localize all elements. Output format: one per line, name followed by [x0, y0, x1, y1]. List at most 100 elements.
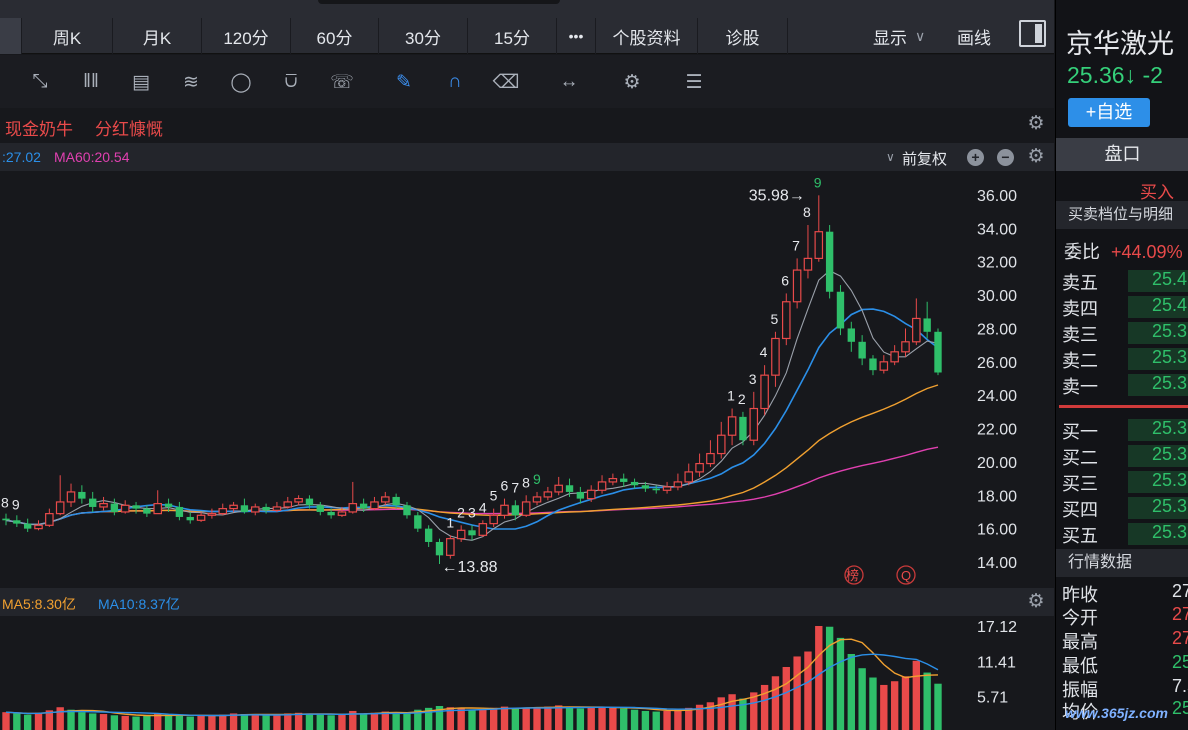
volume-bar	[739, 698, 747, 730]
volume-chart[interactable]: 17.12 11.41 5.71	[0, 616, 1054, 730]
candle-body	[196, 514, 206, 521]
stock-price: 25.36↓ -2	[1067, 62, 1163, 88]
candle-body	[792, 269, 802, 303]
rank-badge-label: 榜	[846, 568, 859, 584]
tab-diagnose[interactable]: 诊股	[698, 18, 788, 54]
zoom-out-icon[interactable]: −	[997, 149, 1014, 166]
buy-button[interactable]: 买入	[1140, 178, 1174, 203]
candle-body	[240, 505, 249, 512]
ask-row: 卖二 25.3	[1062, 347, 1188, 373]
volume-axis-tick: 5.71	[977, 690, 1008, 707]
tab-order-book[interactable]: 盘口	[1056, 138, 1188, 171]
tag-cash-cow[interactable]: 现金奶牛	[5, 115, 73, 140]
stat-value: 25	[1172, 652, 1188, 672]
ask-row: 卖三 25.3	[1062, 321, 1188, 347]
volume-bar	[825, 626, 834, 730]
tab-15min[interactable]: 15分	[468, 18, 557, 54]
ask-label: 卖一	[1062, 377, 1098, 397]
circle-tool-icon[interactable]: ◯	[226, 68, 256, 96]
volume-bar	[533, 707, 541, 730]
candle-body	[132, 505, 140, 509]
zoom-in-icon[interactable]: +	[967, 149, 984, 166]
candle-body	[869, 358, 877, 371]
td-count-label: 3	[468, 504, 476, 520]
volume-bar	[609, 707, 617, 730]
gear-icon[interactable]: ⚙	[1026, 592, 1046, 612]
price-axis-tick: 26.00	[977, 355, 1017, 372]
stat-row: 最高 27	[1062, 628, 1188, 654]
bid-row: 买四 25.3	[1062, 496, 1188, 522]
candle-body	[923, 318, 931, 332]
candle-body	[532, 496, 542, 503]
add-favorite-button[interactable]: +自选	[1068, 98, 1150, 127]
candle-body	[511, 505, 520, 516]
order-book-section-title: 买卖档位与明细	[1056, 201, 1188, 229]
candle-body	[89, 498, 97, 507]
candle-body	[468, 530, 476, 536]
more-periods-button[interactable]: •••	[557, 18, 596, 54]
bid-label: 买二	[1062, 448, 1098, 468]
draw-line-button[interactable]: 画线	[957, 18, 991, 54]
candle-body	[825, 231, 834, 292]
volume-bar	[890, 681, 899, 730]
pen-tool-icon[interactable]: ✎	[389, 68, 419, 96]
order-ratio: 委比 +44.09%	[1064, 238, 1183, 264]
text-lines-tool-icon[interactable]: ▤	[126, 68, 156, 96]
volume-axis-tick: 11.41	[977, 654, 1016, 671]
volume-bar	[555, 705, 563, 730]
tab-stock-profile[interactable]: 个股资料	[596, 18, 698, 54]
volume-bar	[164, 714, 173, 730]
ask-label: 卖三	[1062, 325, 1098, 345]
parallel-lines-tool-icon[interactable]: ‖‖	[76, 68, 106, 96]
candle-body	[381, 496, 390, 503]
wave-tool-icon[interactable]: ≋	[176, 68, 206, 96]
layers-icon[interactable]: ☰	[679, 68, 709, 96]
candle-body	[370, 501, 379, 510]
ask-price: 25.3	[1152, 373, 1188, 393]
volume-bar	[99, 714, 108, 730]
stock-name: 京华激光	[1066, 29, 1174, 59]
volume-ma-legend: MA5:8.30亿 MA10:8.37亿 ⚙	[0, 588, 1054, 616]
volume-bar	[359, 713, 368, 730]
volume-bar	[468, 710, 476, 730]
tag-generous-dividend[interactable]: 分红慷慨	[95, 115, 163, 140]
ma10-line	[5, 308, 939, 530]
market-data-section-title: 行情数据	[1056, 549, 1188, 577]
candle-body	[294, 498, 303, 503]
td-count-label: 2	[738, 391, 746, 407]
tab-monthly[interactable]: 月K	[113, 18, 202, 54]
gear-icon[interactable]: ⚙	[1026, 147, 1046, 167]
tab-60min[interactable]: 60分	[291, 18, 379, 54]
td-count-label: 8	[522, 474, 530, 490]
candle-body	[403, 505, 411, 516]
adjust-mode-select[interactable]: 前复权	[902, 148, 947, 169]
candle-body	[110, 503, 119, 512]
candle-body	[316, 505, 324, 512]
volume-bar	[565, 707, 574, 730]
volume-bar	[630, 709, 639, 730]
panel-layout-icon[interactable]	[1019, 20, 1046, 47]
candle-body	[500, 504, 509, 516]
candle-body	[652, 488, 660, 491]
fibonacci-tool-icon[interactable]: ⩂	[276, 68, 306, 96]
price-chart[interactable]: 36.00 34.00 32.00 30.00 28.00 26.00 24.00 22.00…	[0, 171, 1054, 587]
display-menu[interactable]: 显示 ∨	[873, 18, 925, 54]
volume-bar	[197, 715, 205, 730]
gear-icon[interactable]: ⚙	[1026, 114, 1046, 134]
candle-body	[901, 341, 910, 353]
ask-row: 卖四 25.4	[1062, 295, 1188, 321]
tab-30min[interactable]: 30分	[379, 18, 468, 54]
volume-bar	[479, 709, 487, 730]
annotation-tool-icon[interactable]: ☏	[327, 68, 357, 96]
line-segment-tool-icon[interactable]: ⤡	[25, 68, 55, 96]
volume-bar	[489, 707, 498, 730]
tab-weekly[interactable]: 周K	[22, 18, 113, 54]
magnet-tool-icon[interactable]: ∩	[440, 68, 470, 96]
ask-row: 卖一 25.3	[1062, 373, 1188, 399]
resize-horizontal-icon[interactable]: ↔	[554, 68, 584, 96]
tab-120min[interactable]: 120分	[202, 18, 291, 54]
tab-partial[interactable]	[0, 18, 22, 54]
trash-icon[interactable]: ⌫	[491, 68, 521, 96]
bid-label: 买四	[1062, 500, 1098, 520]
gear-icon[interactable]: ⚙	[617, 68, 647, 96]
